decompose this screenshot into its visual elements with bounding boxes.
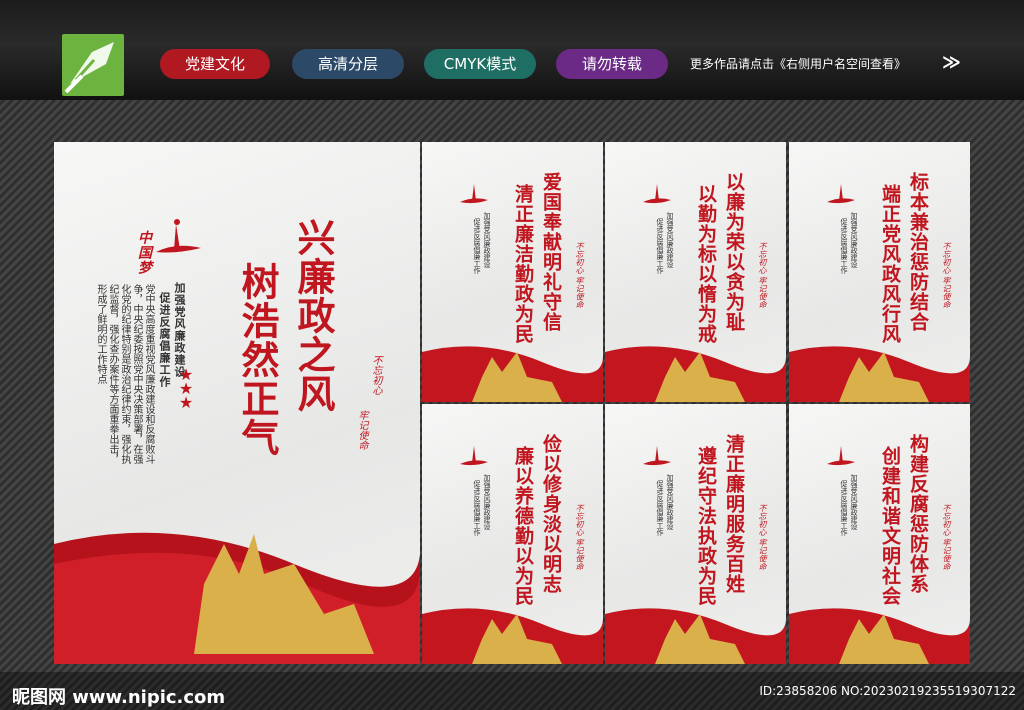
red-ribbon-graphic (54, 532, 420, 664)
main-title-line1: 兴廉政之风 (291, 218, 336, 413)
poster-subtitle: 促进反腐倡廉工作 (840, 480, 848, 536)
main-title-line2: 树浩然正气 (235, 262, 280, 457)
torch-logo-icon (643, 446, 671, 466)
torch-logo-icon (643, 184, 671, 204)
poster-stamp: 不忘初心 牢记使命 (942, 242, 951, 309)
poster-slogan-1: 以廉为荣以贪为耻 (723, 172, 745, 332)
poster-stamp: 不忘初心 牢记使命 (942, 504, 951, 571)
torch-logo-icon (460, 446, 488, 466)
poster-1: 爱国奉献明礼守信 清正廉洁勤政为民 加强党风廉政建设 促进反腐倡廉工作 不忘初心… (422, 142, 603, 402)
poster-slogan-2: 廉以养德勤以为民 (512, 446, 534, 606)
double-arrow-icon[interactable]: ≫ (942, 52, 961, 73)
subtitle-b: 促进反腐倡廉工作 (158, 292, 171, 388)
image-id: ID:23858206 NO:20230219235519307122 (759, 684, 1016, 698)
poster-subtitle: 加强党风廉政建设 (850, 474, 858, 530)
poster-stamp: 不忘初心 牢记使命 (575, 242, 584, 309)
red-ribbon-graphic (422, 608, 603, 664)
tag-hd-layers[interactable]: 高清分层 (292, 49, 404, 79)
poster-slogan-2: 遵纪守法执政为民 (695, 446, 717, 606)
poster-stamp: 不忘初心 牢记使命 (575, 504, 584, 571)
poster-subtitle: 加强党风廉政建设 (483, 474, 491, 530)
poster-subtitle: 促进反腐倡廉工作 (840, 218, 848, 274)
poster-subtitle: 加强党风廉政建设 (666, 474, 674, 530)
red-ribbon-graphic (605, 608, 786, 664)
poster-subtitle: 促进反腐倡廉工作 (656, 218, 664, 274)
poster-3: 标本兼治惩防结合 端正党风政风行风 加强党风廉政建设 促进反腐倡廉工作 不忘初心… (789, 142, 970, 402)
star-icon: ★ ★ ★ (178, 365, 194, 412)
poster-subtitle: 加强党风廉政建设 (666, 212, 674, 268)
poster-subtitle: 促进反腐倡廉工作 (656, 480, 664, 536)
poster-subtitle: 加强党风廉政建设 (483, 212, 491, 268)
poster-slogan-1: 标本兼治惩防结合 (907, 172, 929, 332)
poster-slogan-1: 爱国奉献明礼守信 (540, 172, 562, 332)
poster-4: 俭以修身淡以明志 廉以养德勤以为民 加强党风廉政建设 促进反腐倡廉工作 不忘初心… (422, 404, 603, 664)
poster-slogan-2: 以勤为标以惰为戒 (695, 184, 717, 344)
poster-slogan-1: 清正廉明服务百姓 (723, 434, 745, 594)
pen-logo-icon (62, 34, 124, 96)
poster-slogan-2: 清正廉洁勤政为民 (512, 184, 534, 344)
poster-stamp: 不忘初心 牢记使命 (758, 242, 767, 309)
site-watermark[interactable]: 昵图网 www.nipic.com (12, 683, 225, 709)
poster-slogan-2: 创建和谐文明社会 (879, 446, 901, 606)
red-ribbon-graphic (605, 346, 786, 402)
poster-stamp: 不忘初心 牢记使命 (758, 504, 767, 571)
tag-no-repost[interactable]: 请勿转载 (556, 49, 668, 79)
poster-slogan-1: 俭以修身淡以明志 (540, 434, 562, 594)
poster-5: 清正廉明服务百姓 遵纪守法执政为民 加强党风廉政建设 促进反腐倡廉工作 不忘初心… (605, 404, 786, 664)
poster-slogan-2: 端正党风政风行风 (879, 184, 901, 344)
main-body-text: 党中央高度重视党风廉政建设和反腐败斗争，中央纪委按照党中央决策部署，在强化党的纪… (95, 284, 154, 464)
poster-2: 以廉为荣以贪为耻 以勤为标以惰为戒 加强党风廉政建设 促进反腐倡廉工作 不忘初心… (605, 142, 786, 402)
torch-logo-icon (827, 184, 855, 204)
more-works-link[interactable]: 更多作品请点击《右侧用户名空间查看》 (690, 55, 906, 72)
poster-6: 构建反腐惩防体系 创建和谐文明社会 加强党风廉政建设 促进反腐倡廉工作 不忘初心… (789, 404, 970, 664)
torch-logo-icon (460, 184, 488, 204)
red-ribbon-graphic (422, 346, 603, 402)
subtitle-a: 加强党风廉政建设 (173, 282, 186, 378)
tag-party-culture[interactable]: 党建文化 (160, 49, 270, 79)
torch-logo-icon (156, 219, 201, 253)
poster-subtitle: 促进反腐倡廉工作 (473, 480, 481, 536)
poster-slogan-1: 构建反腐惩防体系 (907, 434, 929, 594)
red-ribbon-graphic (789, 608, 970, 664)
main-poster: 兴廉政之风 树浩然正气 中国梦 加强党风廉政建设 促进反腐倡廉工作 党中央高度重… (54, 142, 420, 664)
tag-cmyk[interactable]: CMYK模式 (424, 49, 536, 79)
poster-subtitle: 促进反腐倡廉工作 (473, 218, 481, 274)
poster-subtitle: 加强党风廉政建设 (850, 212, 858, 268)
red-ribbon-graphic (789, 346, 970, 402)
stamp-b: 牢记使命 (356, 410, 367, 450)
torch-logo-icon (827, 446, 855, 466)
stamp-a: 不忘初心 (370, 355, 381, 395)
